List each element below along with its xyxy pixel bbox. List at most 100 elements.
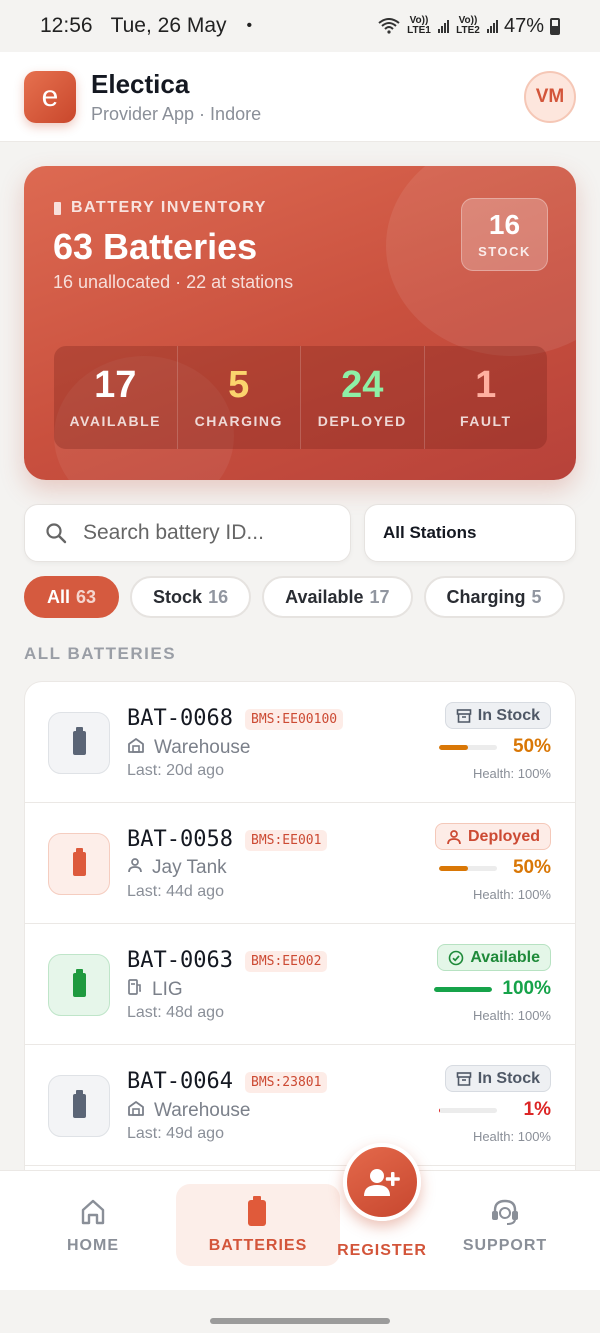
battery-icon [48, 833, 110, 895]
box-icon [456, 708, 472, 724]
nav-label: BATTERIES [208, 1237, 308, 1254]
charge-meter: 50% [439, 857, 551, 879]
stock-box[interactable]: 16 STOCK [461, 198, 548, 271]
stat-value: 1 [475, 364, 497, 406]
search-box[interactable] [24, 504, 351, 562]
location-text: Warehouse [154, 1100, 251, 1121]
status-text: In Stock [477, 1069, 540, 1087]
person-icon [446, 829, 462, 845]
station-filter-select[interactable]: All Stations [364, 504, 576, 562]
charge-meter: 100% [434, 978, 551, 1000]
status-badge: In Stock [444, 1065, 551, 1092]
battery-location: Warehouse [127, 1099, 250, 1123]
last-updated: Last: 48d ago [127, 1004, 224, 1021]
battery-icon [48, 954, 110, 1016]
sim2-label: Vo)) LTE2 [456, 15, 480, 36]
stat-value: 24 [341, 364, 384, 406]
charge-percent: 50% [512, 857, 551, 878]
nav-label: HOME [67, 1237, 119, 1254]
inventory-subline: 16 unallocated · 22 at stations [53, 272, 294, 292]
battery-icon [550, 17, 560, 35]
charge-percent: 1% [523, 1099, 551, 1120]
location-text: Warehouse [154, 737, 251, 758]
charge-track [439, 744, 497, 750]
inventory-stats: 17 AVAILABLE 5 CHARGING 24 DEPLOYED 1 FA… [54, 346, 547, 449]
bms-tag: BMS:23801 [245, 1072, 328, 1093]
last-updated: Last: 20d ago [127, 762, 224, 779]
stat-fault[interactable]: 1 FAULT [425, 346, 548, 449]
search-input[interactable] [83, 521, 333, 545]
charge-percent: 50% [512, 736, 551, 757]
wifi-icon [378, 18, 400, 34]
app-subtitle: Provider App · Indore [91, 103, 262, 124]
app-logo: e [24, 70, 76, 123]
stat-value: 17 [94, 364, 137, 406]
home-indicator[interactable] [210, 1318, 390, 1324]
battery-row[interactable]: BAT-0064 BMS:23801 Warehouse Last: 49d a… [25, 1045, 575, 1166]
battery-icon [48, 1075, 110, 1137]
bottom-nav: HOME BATTERIES REGISTER SUPPORT [0, 1170, 600, 1290]
nav-home[interactable]: HOME [43, 1171, 143, 1291]
last-updated: Last: 49d ago [127, 1125, 224, 1142]
health-text: Health: 100% [472, 1129, 551, 1144]
stock-label: STOCK [478, 244, 531, 259]
battery-id: BAT-0068 [127, 706, 233, 731]
charge-fill [439, 744, 468, 750]
stat-deployed[interactable]: 24 DEPLOYED [301, 346, 425, 449]
gesture-bar [0, 1290, 600, 1333]
home-icon [81, 1199, 105, 1225]
charge-track [434, 986, 493, 992]
battery-id: BAT-0063 [127, 948, 233, 973]
station-icon [127, 978, 143, 1002]
bms-tag: BMS:EE00100 [245, 709, 344, 730]
status-bar: 12:56 Tue, 26 May • Vo)) LTE1 Vo)) LTE2 … [0, 0, 600, 52]
nav-batteries[interactable]: BATTERIES [176, 1184, 340, 1266]
charge-track [439, 1107, 497, 1113]
battery-row[interactable]: BAT-0058 BMS:EE001 Jay Tank Last: 44d ag… [25, 803, 575, 924]
box-icon [456, 1071, 472, 1087]
location-text: Jay Tank [152, 857, 227, 878]
battery-row[interactable]: BAT-0068 BMS:EE00100 Warehouse Last: 20d… [25, 682, 575, 803]
inventory-label: BATTERY INVENTORY [54, 199, 267, 217]
filter-chips: All 63 Stock 16 Available 17 Charging 5 [24, 576, 576, 618]
app-name: Electica [91, 68, 190, 99]
status-right: Vo)) LTE1 Vo)) LTE2 47% [378, 15, 560, 38]
register-fab[interactable] [343, 1143, 421, 1221]
charge-meter: 1% [439, 1099, 551, 1121]
health-text: Health: 100% [472, 887, 551, 902]
inventory-label-text: BATTERY INVENTORY [71, 199, 267, 216]
status-badge: In Stock [444, 702, 551, 729]
stat-charging[interactable]: 5 CHARGING [178, 346, 301, 449]
charge-percent: 100% [502, 978, 551, 999]
signal1-icon [437, 19, 449, 33]
bms-tag: BMS:EE002 [245, 951, 328, 972]
chip-count: 5 [531, 586, 542, 607]
chip-count: 16 [208, 586, 229, 607]
nav-support[interactable]: SUPPORT [455, 1171, 555, 1291]
stat-available[interactable]: 17 AVAILABLE [54, 346, 178, 449]
stat-label: CHARGING [194, 413, 283, 429]
chip-available[interactable]: Available 17 [262, 576, 413, 618]
stat-value: 5 [228, 364, 250, 406]
battery-list: BAT-0068 BMS:EE00100 Warehouse Last: 20d… [24, 681, 576, 1170]
stat-label: DEPLOYED [317, 413, 407, 429]
battery-id: BAT-0064 [127, 1069, 233, 1094]
headset-icon [492, 1199, 518, 1225]
chip-label: Stock [153, 586, 203, 607]
chip-stock[interactable]: Stock 16 [130, 576, 252, 618]
inventory-card: BATTERY INVENTORY 63 Batteries 16 unallo… [24, 166, 576, 480]
battery-row[interactable]: BAT-0063 BMS:EE002 LIG Last: 48d ago Ava… [25, 924, 575, 1045]
chip-label: Available [285, 586, 364, 607]
nav-label: SUPPORT [462, 1237, 548, 1254]
battery-location: LIG [127, 978, 183, 1002]
avatar[interactable]: VM [524, 70, 576, 123]
chip-all[interactable]: All 63 [24, 576, 120, 618]
health-text: Health: 100% [472, 1008, 551, 1023]
warehouse-icon [127, 1099, 145, 1123]
status-date: Tue, 26 May [110, 14, 227, 37]
chip-charging[interactable]: Charging 5 [423, 576, 565, 618]
chip-label: Charging [446, 586, 526, 607]
status-text: In Stock [477, 706, 540, 724]
signal2-icon [486, 19, 498, 33]
battery-icon [48, 712, 110, 774]
